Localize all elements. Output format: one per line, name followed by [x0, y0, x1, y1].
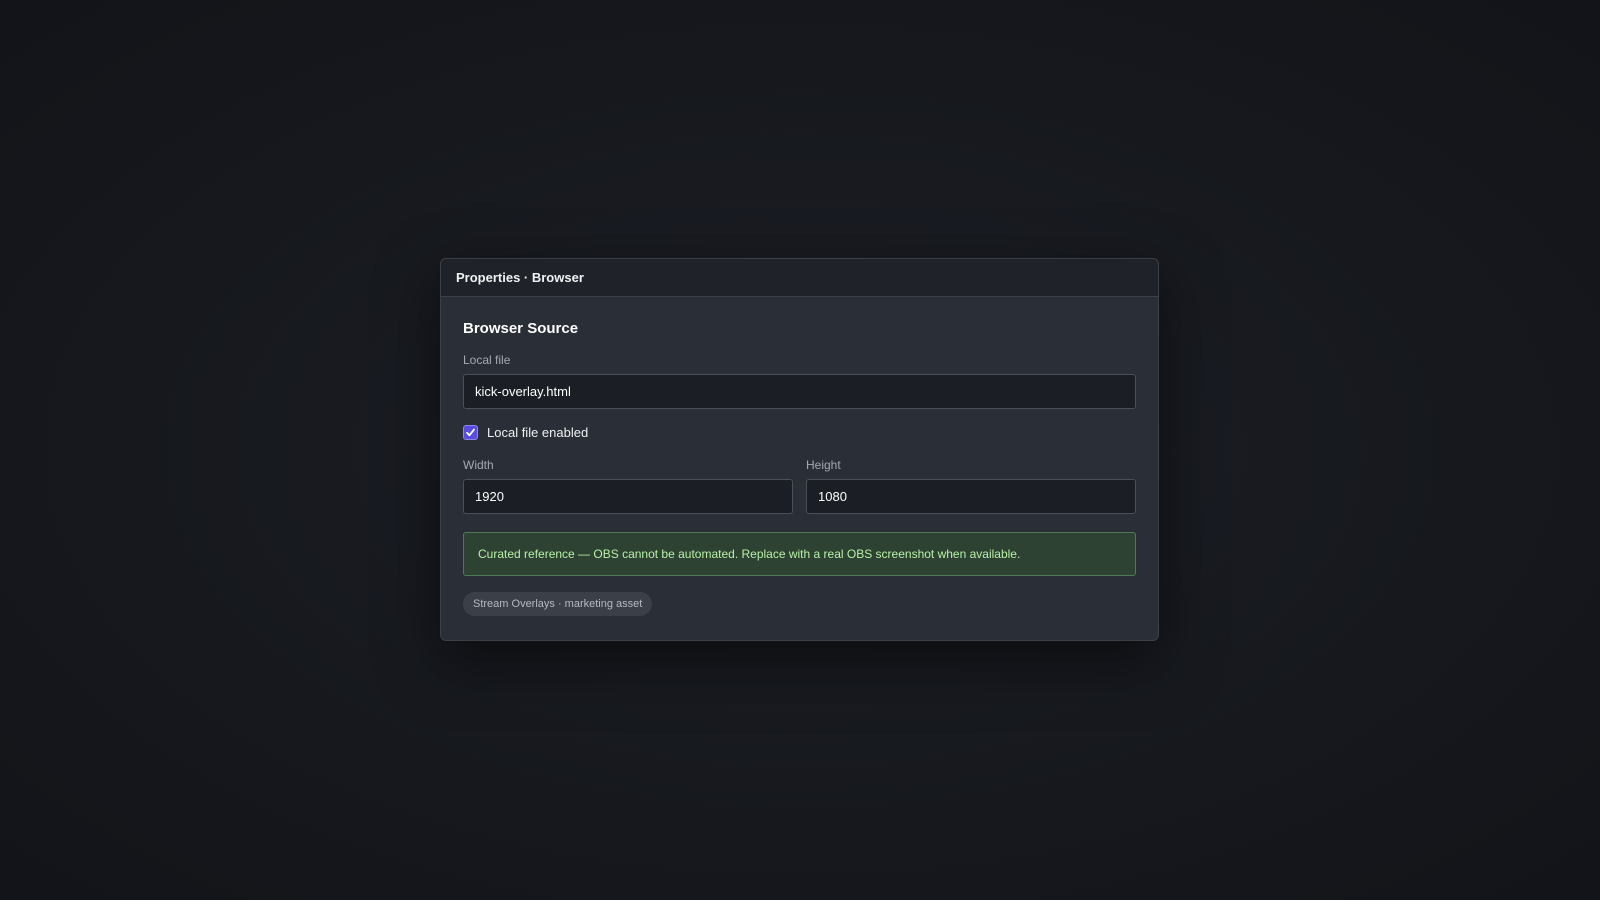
checkmark-icon	[466, 428, 475, 437]
dialog-title: Properties · Browser	[456, 270, 584, 285]
height-label: Height	[806, 458, 841, 472]
local-file-enabled-checkbox[interactable]	[463, 425, 478, 440]
dialog-content: Browser Source Local file Local file ena…	[441, 297, 1158, 616]
local-file-enabled-row[interactable]: Local file enabled	[463, 425, 1136, 440]
section-title: Browser Source	[463, 320, 579, 337]
height-field: Height	[806, 458, 1136, 514]
width-label: Width	[463, 458, 494, 472]
local-file-enabled-label: Local file enabled	[487, 425, 589, 440]
local-file-input[interactable]	[463, 374, 1136, 409]
source-tag: Stream Overlays · marketing asset	[463, 592, 653, 616]
local-file-label: Local file	[463, 353, 511, 367]
width-field: Width	[463, 458, 793, 514]
notice-text: Curated reference — OBS cannot be automa…	[478, 547, 1021, 561]
height-input[interactable]	[806, 479, 1136, 514]
dimensions-row: Width Height	[463, 458, 1136, 514]
properties-dialog: Properties · Browser Browser Source Loca…	[440, 258, 1159, 641]
dialog-titlebar[interactable]: Properties · Browser	[441, 259, 1158, 297]
info-notice: Curated reference — OBS cannot be automa…	[463, 532, 1136, 576]
width-input[interactable]	[463, 479, 793, 514]
